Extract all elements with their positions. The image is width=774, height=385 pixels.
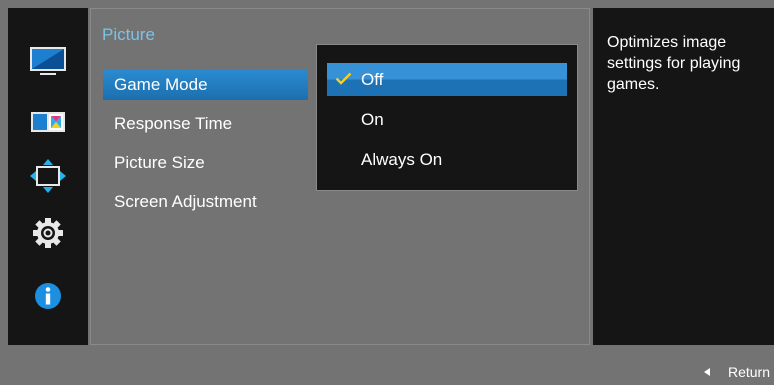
option-always-on[interactable]: Always On — [327, 143, 567, 176]
description-panel: Optimizes image settings for playing gam… — [593, 8, 774, 345]
color-icon[interactable] — [26, 104, 70, 140]
menu-item-screen-adjustment[interactable]: Screen Adjustment — [103, 187, 308, 217]
system-settings-icon[interactable] — [26, 215, 70, 251]
screen-size-icon[interactable] — [26, 158, 70, 194]
return-label: Return — [727, 364, 770, 380]
picture-icon[interactable] — [26, 44, 70, 80]
game-mode-dropdown: Off On Always On — [316, 44, 578, 191]
information-icon[interactable] — [26, 278, 70, 314]
menu-item-picture-size[interactable]: Picture Size — [103, 148, 308, 178]
menu-item-response-time[interactable]: Response Time — [103, 109, 308, 139]
option-label: Always On — [361, 150, 443, 169]
option-off[interactable]: Off — [327, 63, 567, 96]
sidebar — [8, 8, 88, 345]
option-label: On — [361, 110, 384, 129]
left-arrow-icon — [703, 368, 710, 376]
description-text: Optimizes image settings for playing gam… — [607, 34, 741, 93]
option-label: Off — [361, 70, 384, 89]
return-hint[interactable]: Return — [703, 362, 770, 382]
option-on[interactable]: On — [327, 103, 567, 136]
menu-title: Picture — [102, 25, 155, 44]
osd-screen: Picture Game Mode Response Time Picture … — [0, 0, 774, 385]
checkmark-icon — [335, 72, 352, 85]
menu-item-game-mode[interactable]: Game Mode — [103, 70, 308, 100]
